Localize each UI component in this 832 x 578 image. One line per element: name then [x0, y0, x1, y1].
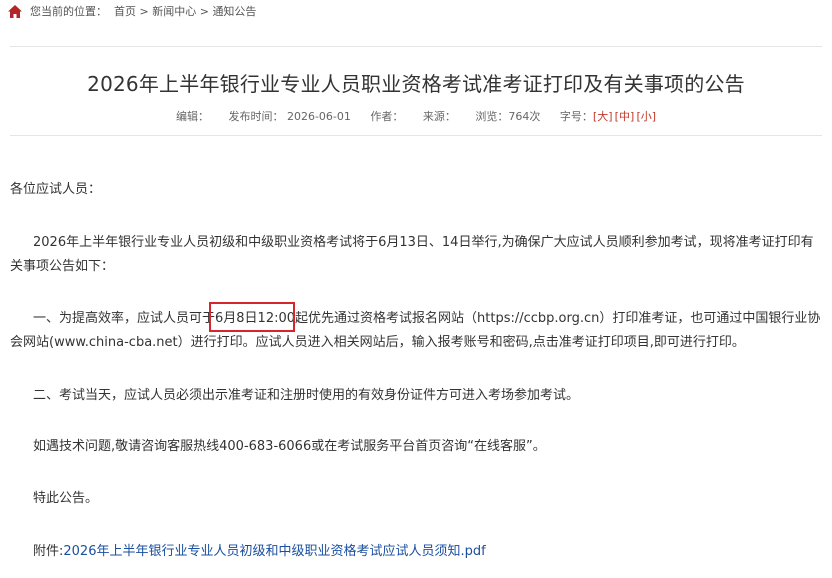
- attachment-paragraph: 附件:2026年上半年银行业专业人员初级和中级职业资格考试应试人员须知.pdf: [10, 540, 824, 564]
- page-title: 2026年上半年银行业专业人员职业资格考试准考证打印及有关事项的公告: [87, 72, 745, 96]
- attachment-label: 附件:: [33, 544, 64, 559]
- meta-author: 作者：: [370, 110, 404, 123]
- breadcrumb-separator: >: [199, 4, 209, 18]
- meta-font-size: 字号：[大] [中] [小]: [559, 110, 657, 123]
- greeting: 各位应试人员：: [10, 182, 102, 197]
- closing-paragraph: 特此公告。: [33, 491, 99, 506]
- meta-published: 发布时间： 2026-06-01: [228, 110, 351, 123]
- breadcrumb-news-link[interactable]: 新闻中心: [152, 3, 196, 19]
- item-1-paragraph: 一、为提高效率，应试人员可于6月8日12:00起优先通过资格考试报名网站（htt…: [10, 311, 821, 350]
- font-size-small-link[interactable]: 小: [641, 110, 652, 123]
- home-icon[interactable]: [8, 4, 22, 18]
- meta-views: 浏览：764次: [475, 110, 541, 123]
- breadcrumb-home-link[interactable]: 首页: [114, 3, 136, 19]
- breadcrumb-notice-link[interactable]: 通知公告: [212, 3, 256, 19]
- intro-paragraph: 2026年上半年银行业专业人员初级和中级职业资格考试将于6月13日、14日举行,…: [10, 235, 814, 274]
- font-size-large-link[interactable]: 大: [597, 110, 608, 123]
- breadcrumb-prefix: 您当前的位置：: [30, 5, 107, 18]
- breadcrumb-separator: >: [139, 4, 149, 18]
- top-divider: [10, 46, 822, 47]
- breadcrumb: 您当前的位置： 首页 > 新闻中心 > 通知公告: [8, 3, 256, 19]
- item-2-paragraph: 二、考试当天，应试人员必须出示准考证和注册时使用的有效身份证件方可进入考场参加考…: [33, 388, 580, 403]
- attachment-link[interactable]: 2026年上半年银行业专业人员初级和中级职业资格考试应试人员须知.pdf: [63, 544, 485, 559]
- meta-editor: 编辑：: [175, 110, 209, 123]
- meta-source: 来源：: [422, 110, 456, 123]
- meta-divider: [10, 135, 822, 136]
- article-meta: 编辑： 发布时间： 2026-06-01 作者： 来源： 浏览：764次 字号：…: [0, 108, 832, 124]
- support-paragraph: 如遇技术问题,敬请咨询客服热线400-683-6066或在考试服务平台首页咨询“…: [33, 439, 546, 454]
- font-size-medium-link[interactable]: 中: [619, 110, 630, 123]
